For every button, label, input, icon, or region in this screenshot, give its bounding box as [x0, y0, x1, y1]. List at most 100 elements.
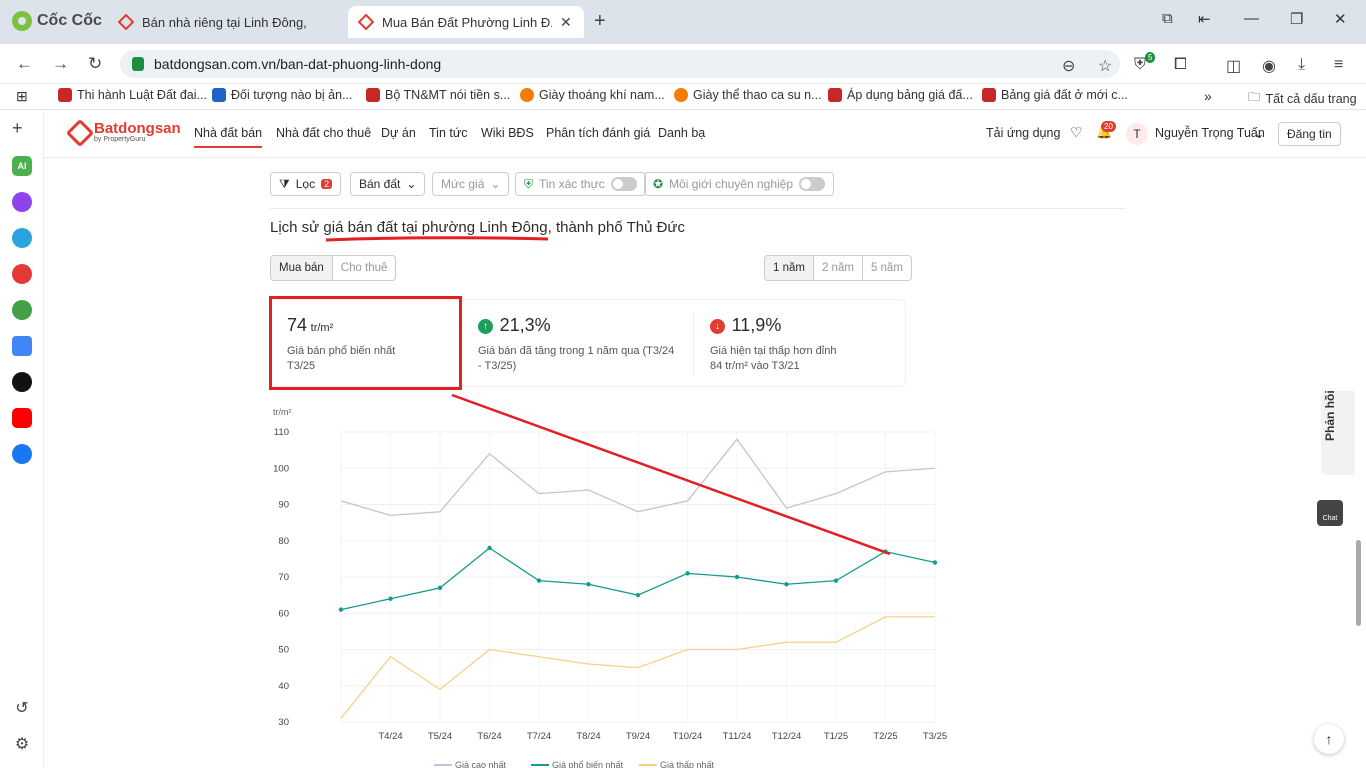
folder-icon: 🗀: [1248, 90, 1261, 104]
apps-grid-icon[interactable]: ⊞: [16, 88, 28, 105]
data-point: [437, 585, 443, 591]
trend-arrow-annotation: [451, 393, 891, 556]
extensions-icon[interactable]: ⧠: [1174, 56, 1187, 74]
url-text: batdongsan.com.vn/ban-dat-phuong-linh-do…: [154, 56, 442, 72]
bookmark-label: Bộ TN&MT nói tiền s...: [385, 88, 511, 102]
user-name[interactable]: Nguyễn Trọng Tuấn: [1155, 126, 1265, 140]
bookmark-favicon-icon: [520, 88, 534, 102]
bookmark-favicon-icon: [212, 88, 226, 102]
split-view-icon[interactable]: ◫: [1226, 56, 1241, 76]
menu-wiki-bds[interactable]: Wiki BĐS: [481, 126, 534, 140]
extension-badge: 5: [1145, 52, 1156, 63]
download-icon[interactable]: ⤓: [1298, 56, 1305, 74]
x-tick-label: T6/24: [477, 731, 501, 742]
notification-app-icon[interactable]: [12, 264, 32, 284]
more-bookmarks-icon[interactable]: »: [1204, 88, 1212, 104]
youtube-icon[interactable]: [12, 408, 32, 428]
bookmark-favicon-icon: [828, 88, 842, 102]
feedback-tab[interactable]: Phản hồi: [1321, 390, 1355, 475]
arrow-up-icon: ↑: [1325, 731, 1333, 747]
bookmark-favicon-icon: [674, 88, 688, 102]
x-tick-label: T4/24: [378, 731, 402, 742]
bookmark-label: Áp dụng bảng giá đấ...: [847, 88, 973, 102]
x-tick-label: T9/24: [626, 731, 650, 742]
site-logo[interactable]: Batdongsan by PropertyGuru: [65, 118, 181, 147]
user-menu-chevron-icon[interactable]: ⌄: [1254, 126, 1264, 141]
close-window-icon[interactable]: ✕: [1334, 10, 1347, 28]
chatgpt-icon[interactable]: [12, 372, 32, 392]
scroll-to-top-button[interactable]: ↑: [1314, 724, 1344, 754]
bookmark-4[interactable]: Giày thoáng khí nam...: [520, 88, 665, 102]
bookmark-label: Giày thoáng khí nam...: [539, 88, 665, 102]
tab-1[interactable]: Bán nhà riêng tại Linh Đông, 60m...: [108, 6, 344, 38]
messenger-icon[interactable]: [12, 192, 32, 212]
batdongsan-favicon-icon: [358, 14, 374, 30]
bookmark-star-icon[interactable]: ☆: [1098, 56, 1112, 76]
data-point: [388, 596, 393, 601]
logo-subtext: by PropertyGuru: [94, 136, 146, 143]
browser-tab-bar: Cốc Cốc Bán nhà riêng tại Linh Đông, 60m…: [0, 0, 1366, 44]
bookmark-7[interactable]: Bảng giá đất ở mới c...: [982, 88, 1128, 102]
download-app-link[interactable]: Tải ứng dụng: [986, 126, 1060, 140]
notification-badge: 20: [1101, 121, 1116, 132]
menu-nha-dat-ban[interactable]: Nhà đất bán: [194, 126, 263, 148]
bookmark-label: Bảng giá đất ở mới c...: [1001, 88, 1128, 102]
logo-text: Batdongsan: [94, 120, 181, 137]
history-icon[interactable]: ↺: [12, 698, 32, 718]
restore-icon[interactable]: ❐: [1290, 10, 1303, 28]
menu-nha-dat-cho-thue[interactable]: Nhà đất cho thuê: [276, 126, 371, 140]
page-scrollbar[interactable]: [1356, 540, 1361, 626]
bookmark-6[interactable]: Áp dụng bảng giá đấ...: [828, 88, 973, 102]
data-point: [586, 582, 591, 587]
tab-search-icon[interactable]: ⧉: [1162, 10, 1173, 27]
add-sidebar-icon[interactable]: +: [12, 118, 32, 138]
x-tick-label: T12/24: [772, 731, 802, 742]
chat-button[interactable]: Chat: [1317, 500, 1343, 526]
profile-icon[interactable]: ◉: [1262, 56, 1276, 76]
menu-icon[interactable]: ≡: [1334, 56, 1343, 74]
coccoc-logo-icon: [12, 11, 32, 31]
game-icon[interactable]: [12, 300, 32, 320]
avatar[interactable]: T: [1126, 123, 1148, 145]
y-tick-label: 40: [278, 681, 289, 692]
reload-icon[interactable]: ↻: [88, 54, 102, 74]
data-point: [635, 592, 641, 598]
bookmark-5[interactable]: Giày thể thao ca su n...: [674, 88, 822, 102]
new-tab-icon[interactable]: +: [594, 10, 606, 33]
x-tick-label: T11/24: [723, 731, 752, 742]
settings-gear-icon[interactable]: ⚙: [12, 734, 32, 754]
menu-danh-ba[interactable]: Danh bạ: [658, 126, 705, 140]
tab-2[interactable]: Mua Bán Đất Phường Linh Đ... ✕: [348, 6, 584, 38]
browser-brand[interactable]: Cốc Cốc: [12, 11, 102, 31]
menu-phan-tich[interactable]: Phân tích đánh giá: [546, 126, 650, 140]
x-tick-label: T1/25: [824, 731, 848, 742]
y-tick-label: 30: [278, 717, 289, 728]
close-tab-icon[interactable]: ✕: [560, 14, 572, 31]
heart-icon[interactable]: ♡: [1070, 124, 1083, 141]
address-bar-row: ← → ↻ batdongsan.com.vn/ban-dat-phuong-l…: [0, 44, 1366, 84]
tab-2-title: Mua Bán Đất Phường Linh Đ...: [382, 14, 552, 30]
bookmark-1[interactable]: Thi hành Luật Đất đai...: [58, 88, 207, 102]
facebook-icon[interactable]: [12, 444, 32, 464]
post-listing-button[interactable]: Đăng tin: [1278, 122, 1341, 146]
back-icon[interactable]: ←: [16, 54, 33, 74]
bookmark-3[interactable]: Bộ TN&MT nói tiền s...: [366, 88, 510, 102]
x-tick-label: T2/25: [873, 731, 897, 742]
zoom-out-icon[interactable]: ⊖: [1062, 56, 1075, 76]
menu-tin-tuc[interactable]: Tin tức: [429, 126, 467, 140]
translate-icon[interactable]: [12, 336, 32, 356]
url-field[interactable]: batdongsan.com.vn/ban-dat-phuong-linh-do…: [120, 50, 1120, 78]
y-tick-label: 50: [278, 645, 289, 656]
legend-label: Giá cao nhất: [455, 760, 507, 768]
all-bookmarks[interactable]: 🗀 Tất cả dấu trang: [1248, 88, 1357, 109]
minimize-icon[interactable]: —: [1244, 10, 1259, 27]
bookmark-favicon-icon: [58, 88, 72, 102]
site-header: Batdongsan by PropertyGuru Nhà đất bán Nh…: [44, 110, 1366, 158]
forward-icon[interactable]: →: [52, 54, 69, 74]
telegram-icon[interactable]: [12, 228, 32, 248]
menu-du-an[interactable]: Dự án: [381, 126, 416, 140]
x-tick-label: T5/24: [428, 731, 452, 742]
ai-assistant-icon[interactable]: AI: [12, 156, 32, 176]
back-history-icon[interactable]: ⇤: [1198, 10, 1211, 28]
bookmark-2[interactable]: Đối tượng nào bị ản...: [212, 88, 353, 102]
